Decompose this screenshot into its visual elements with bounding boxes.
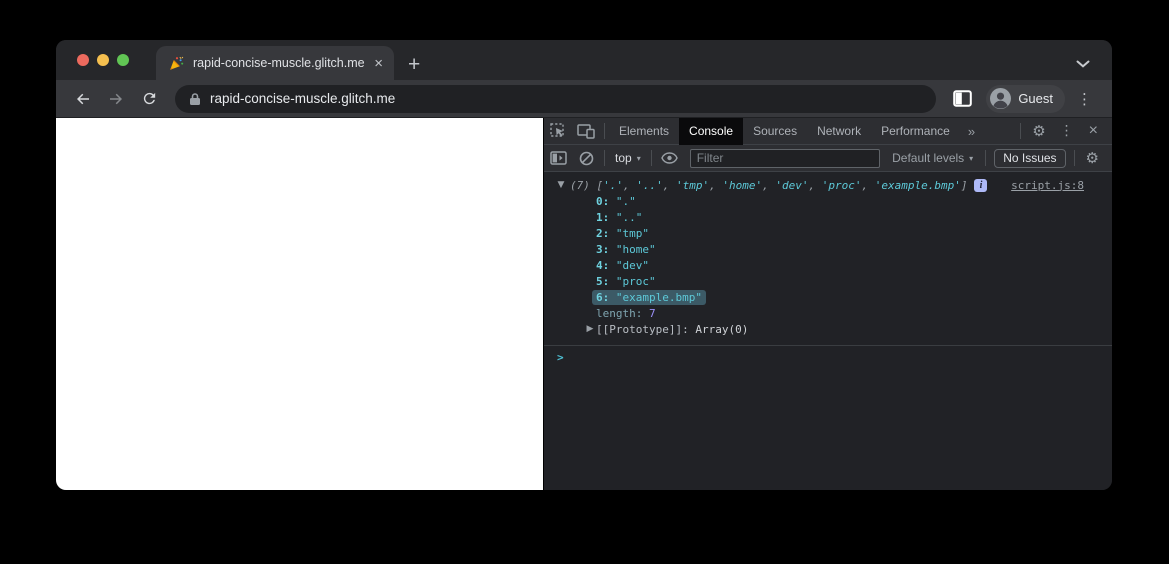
tab-elements[interactable]: Elements <box>609 118 679 145</box>
collapse-caret-icon[interactable]: ▶ <box>584 324 596 334</box>
info-badge-icon[interactable]: i <box>974 178 988 192</box>
length-label: length: <box>596 306 643 320</box>
devtools-panel: Elements Console Sources Network Perform… <box>543 117 1112 490</box>
profile-button[interactable]: Guest <box>986 84 1065 113</box>
device-toolbar-icon[interactable] <box>572 118 600 144</box>
prompt-chevron-icon: > <box>557 350 564 364</box>
console-array-entry: 6: "example.bmp" <box>544 289 1112 305</box>
console-toolbar: top ▾ Default levels ▾ No Issues ⚙ <box>544 145 1112 172</box>
prototype-value: Array(0) <box>695 322 749 336</box>
console-output: ▼ (7) [ '.', '..', 'tmp', 'home', 'dev',… <box>544 172 1112 490</box>
log-levels-label: Default levels <box>892 151 965 165</box>
divider <box>604 123 605 139</box>
live-expression-eye-icon[interactable] <box>656 145 684 171</box>
console-sidebar-icon[interactable] <box>544 145 572 171</box>
filter-input[interactable] <box>689 148 880 168</box>
more-tabs-icon[interactable]: » <box>960 124 983 139</box>
side-panel-icon[interactable] <box>948 85 976 113</box>
tab-network[interactable]: Network <box>807 118 871 145</box>
log-levels-selector[interactable]: Default levels ▾ <box>884 151 981 165</box>
length-value: 7 <box>648 306 656 320</box>
lock-icon <box>189 92 201 106</box>
tab-performance[interactable]: Performance <box>871 118 960 145</box>
prototype-row[interactable]: ▶ [[Prototype]]: Array(0) <box>544 321 1112 337</box>
forward-button-icon[interactable] <box>103 86 129 112</box>
chevron-down-icon: ▾ <box>636 153 641 163</box>
close-window-button[interactable] <box>77 54 89 66</box>
console-array-entry: 5: "proc" <box>596 274 656 288</box>
new-tab-button[interactable]: + <box>408 54 420 75</box>
console-message: ▼ (7) [ '.', '..', 'tmp', 'home', 'dev',… <box>544 172 1112 346</box>
open-bracket: [ <box>589 178 604 192</box>
tab-title: rapid-concise-muscle.glitch.me <box>193 56 365 70</box>
array-length-row: length: 7 <box>544 305 1112 321</box>
context-selector-label: top <box>615 151 632 165</box>
devtools-tab-bar: Elements Console Sources Network Perform… <box>544 117 1112 145</box>
tab-sources[interactable]: Sources <box>743 118 807 145</box>
console-array-preview[interactable]: ▼ (7) [ '.', '..', 'tmp', 'home', 'dev',… <box>544 177 1112 193</box>
source-link[interactable]: script.js:8 <box>1011 179 1084 192</box>
clear-console-icon[interactable] <box>572 145 600 171</box>
address-bar[interactable]: rapid-concise-muscle.glitch.me <box>175 84 937 113</box>
party-popper-favicon-icon <box>169 56 184 71</box>
guest-label: Guest <box>1018 91 1053 106</box>
chevron-down-icon: ▾ <box>969 153 974 163</box>
console-array-entry: 3: "home" <box>596 242 656 256</box>
prototype-label: [[Prototype]]: <box>596 322 689 336</box>
browser-menu-kebab-icon[interactable]: ⋮ <box>1071 90 1098 108</box>
browser-tab[interactable]: rapid-concise-muscle.glitch.me × <box>156 46 394 80</box>
browser-window: rapid-concise-muscle.glitch.me × + rapid… <box>56 40 1112 490</box>
inspect-element-icon[interactable] <box>544 118 572 144</box>
console-array-entry: 4: "dev" <box>596 258 649 272</box>
page-viewport[interactable] <box>56 118 543 490</box>
context-selector[interactable]: top ▾ <box>609 151 647 165</box>
tab-overview-chevron-icon[interactable] <box>1076 60 1090 68</box>
console-array-entry: 0: "." <box>596 194 636 208</box>
divider <box>650 150 652 166</box>
minimize-window-button[interactable] <box>97 54 109 66</box>
console-settings-gear-icon[interactable]: ⚙ <box>1079 149 1106 167</box>
url-text: rapid-concise-muscle.glitch.me <box>210 91 396 106</box>
back-button-icon[interactable] <box>70 86 96 112</box>
console-array-entries: 0: "." 1: ".." 2: "tmp" 3: "home" 4: "dev" 5:… <box>544 193 1112 305</box>
window-controls <box>77 54 129 66</box>
content-area: Elements Console Sources Network Perform… <box>56 117 1112 490</box>
browser-toolbar: rapid-concise-muscle.glitch.me Guest ⋮ <box>56 80 1112 118</box>
divider <box>1073 150 1075 166</box>
devtools-menu-kebab-icon[interactable]: ⋮ <box>1053 123 1081 139</box>
tab-strip: rapid-concise-muscle.glitch.me × + <box>56 40 1112 80</box>
console-array-entry: 1: ".." <box>596 210 643 224</box>
expand-caret-icon[interactable]: ▼ <box>552 180 570 190</box>
tab-console[interactable]: Console <box>679 117 744 145</box>
devtools-settings-gear-icon[interactable]: ⚙ <box>1025 122 1052 140</box>
devtools-close-icon[interactable]: × <box>1081 122 1106 140</box>
console-array-entry: 2: "tmp" <box>596 226 649 240</box>
divider <box>985 150 987 166</box>
divider <box>1020 123 1022 139</box>
array-count: (7) <box>570 178 590 192</box>
tab-close-icon[interactable]: × <box>372 56 385 71</box>
console-array-preview-items: '.', '..', 'tmp', 'home', 'dev', 'proc',… <box>603 178 961 192</box>
avatar-icon <box>990 88 1012 109</box>
console-prompt[interactable]: > <box>544 346 1112 368</box>
reload-button-icon[interactable] <box>136 86 162 112</box>
close-bracket: ] <box>960 178 968 192</box>
divider <box>604 150 605 166</box>
zoom-window-button[interactable] <box>117 54 129 66</box>
no-issues-button[interactable]: No Issues <box>994 148 1066 168</box>
